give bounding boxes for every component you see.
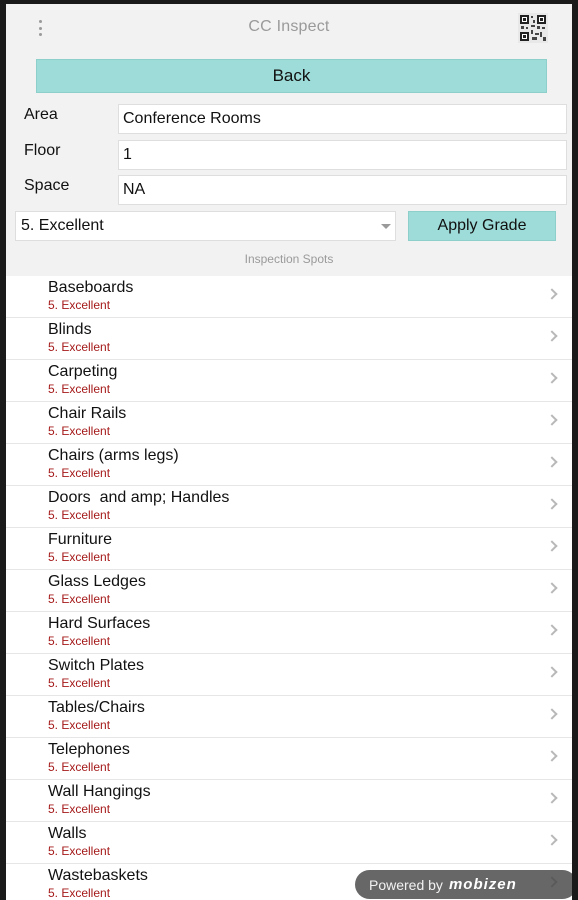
chevron-down-icon — [381, 224, 391, 229]
spot-name: Carpeting — [48, 363, 118, 380]
spot-name: Walls — [48, 825, 87, 842]
spot-name: Doors and amp; Handles — [48, 489, 230, 506]
list-item[interactable]: Walls 5. Excellent — [6, 822, 572, 864]
spot-grade: 5. Excellent — [48, 340, 111, 354]
spot-grade: 5. Excellent — [48, 844, 111, 858]
list-item[interactable]: Baseboards 5. Excellent — [6, 276, 572, 318]
space-input[interactable] — [118, 175, 567, 205]
list-item[interactable]: Hard Surfaces 5. Excellent — [6, 612, 572, 654]
chevron-right-icon — [546, 582, 558, 594]
qr-code-icon[interactable] — [518, 13, 548, 43]
inspection-spot-list: Baseboards 5. Excellent Blinds 5. Excellent… — [6, 276, 572, 900]
chevron-right-icon — [546, 498, 558, 510]
chevron-right-icon — [546, 624, 558, 636]
list-item[interactable]: Glass Ledges 5. Excellent — [6, 570, 572, 612]
spot-grade: 5. Excellent — [48, 676, 111, 690]
floor-field-row: Floor — [6, 140, 572, 170]
spot-name: Wastebaskets — [48, 867, 148, 884]
spot-name: Furniture — [48, 531, 113, 548]
spot-name: Chair Rails — [48, 405, 127, 422]
list-item[interactable]: Wall Hangings 5. Excellent — [6, 780, 572, 822]
spot-name: Tables/Chairs — [48, 699, 145, 716]
space-label: Space — [24, 177, 70, 194]
chevron-right-icon — [546, 540, 558, 552]
chevron-right-icon — [546, 372, 558, 384]
spot-grade: 5. Excellent — [48, 634, 111, 648]
back-button[interactable]: Back — [36, 59, 547, 93]
spot-grade: 5. Excellent — [48, 802, 111, 816]
chevron-right-icon — [546, 456, 558, 468]
spot-grade: 5. Excellent — [48, 508, 111, 522]
chevron-right-icon — [546, 666, 558, 678]
list-item[interactable]: Chairs (arms legs) 5. Excellent — [6, 444, 572, 486]
inspection-spots-heading: Inspection Spots — [244, 252, 334, 266]
app-title: CC Inspect — [248, 18, 330, 35]
more-vert-icon[interactable] — [30, 18, 50, 38]
recorder-watermark: Powered by mobizen — [355, 870, 572, 899]
spot-grade: 5. Excellent — [48, 466, 111, 480]
chevron-right-icon — [546, 414, 558, 426]
apply-grade-button[interactable]: Apply Grade — [408, 211, 556, 241]
spot-grade: 5. Excellent — [48, 592, 111, 606]
chevron-right-icon — [546, 288, 558, 300]
list-item[interactable]: Carpeting 5. Excellent — [6, 360, 572, 402]
list-item[interactable]: Doors and amp; Handles 5. Excellent — [6, 486, 572, 528]
chevron-right-icon — [546, 750, 558, 762]
watermark-text: Powered by — [369, 876, 443, 893]
spot-grade: 5. Excellent — [48, 382, 111, 396]
spot-name: Telephones — [48, 741, 130, 758]
spot-name: Wall Hangings — [48, 783, 151, 800]
spot-name: Glass Ledges — [48, 573, 146, 590]
chevron-right-icon — [546, 708, 558, 720]
list-item[interactable]: Telephones 5. Excellent — [6, 738, 572, 780]
spot-name: Switch Plates — [48, 657, 145, 674]
title-bar: CC Inspect — [6, 4, 572, 50]
chevron-right-icon — [546, 330, 558, 342]
spot-grade: 5. Excellent — [48, 424, 111, 438]
chevron-right-icon — [546, 834, 558, 846]
list-item[interactable]: Chair Rails 5. Excellent — [6, 402, 572, 444]
space-field-row: Space — [6, 175, 572, 205]
floor-input[interactable] — [118, 140, 567, 170]
area-field-row: Area — [6, 104, 572, 134]
spot-grade: 5. Excellent — [48, 718, 111, 732]
list-item[interactable]: Switch Plates 5. Excellent — [6, 654, 572, 696]
spot-name: Blinds — [48, 321, 92, 338]
floor-label: Floor — [24, 142, 61, 159]
list-item[interactable]: Blinds 5. Excellent — [6, 318, 572, 360]
list-item[interactable]: Tables/Chairs 5. Excellent — [6, 696, 572, 738]
spot-name: Hard Surfaces — [48, 615, 151, 632]
grade-select[interactable]: 5. Excellent — [15, 211, 396, 241]
area-label: Area — [24, 106, 58, 123]
area-input[interactable] — [118, 104, 567, 134]
app-screen: CC Inspect Back Area Conference Rooms Fl… — [6, 4, 572, 900]
grade-select-value: 5. Excellent — [21, 217, 104, 234]
spot-grade: 5. Excellent — [48, 886, 111, 900]
spot-grade: 5. Excellent — [48, 550, 111, 564]
device-frame-right — [572, 0, 578, 900]
spot-name: Chairs (arms legs) — [48, 447, 179, 464]
list-item[interactable]: Furniture 5. Excellent — [6, 528, 572, 570]
mobizen-logo: mobizen — [448, 876, 517, 893]
chevron-right-icon — [546, 792, 558, 804]
spot-name: Baseboards — [48, 279, 134, 296]
spot-grade: 5. Excellent — [48, 298, 111, 312]
spot-grade: 5. Excellent — [48, 760, 111, 774]
